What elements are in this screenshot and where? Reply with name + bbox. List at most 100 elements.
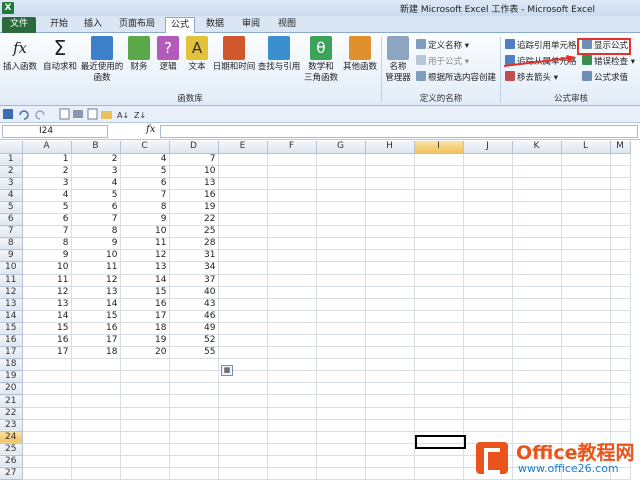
cell[interactable] — [365, 419, 415, 432]
cell[interactable] — [218, 394, 268, 408]
cell[interactable] — [316, 261, 366, 275]
cell[interactable]: 18 — [71, 346, 121, 360]
cell[interactable] — [365, 382, 415, 396]
cell[interactable] — [316, 455, 366, 469]
create-from-selection-button[interactable]: 根据所选内容创建 — [416, 71, 496, 84]
cell[interactable] — [512, 419, 562, 432]
row-header[interactable]: 17 — [0, 346, 23, 360]
cell[interactable] — [267, 177, 317, 190]
cell[interactable]: 11 — [22, 274, 72, 287]
cell[interactable] — [561, 298, 611, 311]
cell[interactable]: 13 — [120, 261, 170, 275]
cell[interactable] — [414, 153, 464, 166]
cell[interactable] — [414, 286, 464, 299]
cell[interactable]: 5 — [71, 189, 121, 202]
cell[interactable] — [365, 310, 415, 323]
tab-home[interactable]: 开始 — [44, 17, 74, 33]
cell[interactable] — [610, 298, 631, 311]
row-header[interactable]: 22 — [0, 407, 23, 420]
cell[interactable] — [316, 286, 366, 299]
cell[interactable] — [22, 382, 72, 396]
cell[interactable] — [561, 201, 611, 215]
cell[interactable] — [267, 467, 317, 481]
cell[interactable]: 7 — [169, 153, 219, 166]
cell[interactable] — [610, 274, 631, 287]
financial-button[interactable]: 财务 — [126, 36, 152, 73]
cell[interactable] — [71, 443, 121, 456]
cell[interactable] — [169, 394, 219, 408]
cell[interactable] — [316, 346, 366, 360]
cell[interactable] — [71, 394, 121, 408]
cell[interactable] — [218, 201, 268, 215]
cell[interactable] — [218, 298, 268, 311]
cell[interactable]: 3 — [71, 165, 121, 178]
cell[interactable] — [365, 455, 415, 469]
cell[interactable] — [463, 358, 513, 372]
cell[interactable] — [463, 153, 513, 166]
cell[interactable] — [463, 213, 513, 227]
row-header[interactable]: 6 — [0, 213, 23, 227]
cell[interactable] — [71, 358, 121, 372]
cell[interactable] — [414, 177, 464, 190]
evaluate-formula-button[interactable]: 公式求值 — [582, 71, 628, 84]
cell[interactable]: 13 — [22, 298, 72, 311]
row-header[interactable]: 10 — [0, 261, 23, 275]
cell[interactable] — [316, 419, 366, 432]
use-in-formula-button[interactable]: 用于公式 ▾ — [416, 55, 469, 68]
cell[interactable] — [610, 201, 631, 215]
trace-precedents-button[interactable]: 追踪引用单元格 — [505, 39, 577, 52]
cell[interactable] — [316, 358, 366, 372]
cell[interactable] — [267, 322, 317, 336]
cell[interactable] — [22, 370, 72, 384]
cell[interactable]: 6 — [120, 177, 170, 190]
cell[interactable]: 15 — [22, 322, 72, 336]
cell[interactable] — [218, 177, 268, 190]
cell[interactable] — [120, 407, 170, 420]
cell[interactable] — [365, 274, 415, 287]
cell[interactable] — [463, 177, 513, 190]
cell[interactable] — [561, 394, 611, 408]
row-header[interactable]: 7 — [0, 225, 23, 239]
cell[interactable] — [414, 394, 464, 408]
cell[interactable]: 16 — [22, 334, 72, 348]
cell[interactable] — [463, 189, 513, 202]
cell[interactable]: 7 — [71, 213, 121, 227]
cell[interactable] — [267, 153, 317, 166]
cell[interactable] — [267, 431, 317, 444]
cell[interactable] — [610, 358, 631, 372]
cell[interactable] — [463, 298, 513, 311]
cell[interactable]: 9 — [22, 249, 72, 263]
recently-used-button[interactable]: 最近使用的 函数 — [80, 36, 124, 84]
cell[interactable] — [22, 467, 72, 481]
cell[interactable] — [267, 213, 317, 227]
cell[interactable]: 31 — [169, 249, 219, 263]
cell[interactable] — [267, 394, 317, 408]
lookup-reference-button[interactable]: 查找与引用 — [257, 36, 301, 73]
cell[interactable]: 9 — [120, 213, 170, 227]
row-header[interactable]: 3 — [0, 177, 23, 190]
cell[interactable]: 14 — [120, 274, 170, 287]
sheet-table[interactable]: A B C D E F G H I J K L M 1 1 2 4 7 2 2 3 5 10 3 3 4 6 13 4 4 5 7 16 5 5 6 8… — [0, 141, 631, 481]
cell[interactable] — [218, 322, 268, 336]
row-header[interactable]: 8 — [0, 237, 23, 251]
cell[interactable] — [365, 249, 415, 263]
row-header[interactable]: 23 — [0, 419, 23, 432]
cell[interactable]: 17 — [22, 346, 72, 360]
cell[interactable] — [414, 370, 464, 384]
cell[interactable] — [610, 419, 631, 432]
cell[interactable] — [561, 213, 611, 227]
cell[interactable] — [22, 407, 72, 420]
cell[interactable] — [463, 419, 513, 432]
cell[interactable] — [561, 334, 611, 348]
cell[interactable] — [316, 310, 366, 323]
cell[interactable] — [120, 358, 170, 372]
cell[interactable] — [120, 419, 170, 432]
column-header[interactable]: J — [463, 141, 513, 154]
row-header[interactable]: 25 — [0, 443, 23, 456]
cell[interactable] — [71, 382, 121, 396]
cell[interactable] — [218, 213, 268, 227]
cell[interactable] — [218, 237, 268, 251]
cell[interactable]: 1 — [22, 153, 72, 166]
cell[interactable] — [463, 201, 513, 215]
cell[interactable] — [316, 213, 366, 227]
